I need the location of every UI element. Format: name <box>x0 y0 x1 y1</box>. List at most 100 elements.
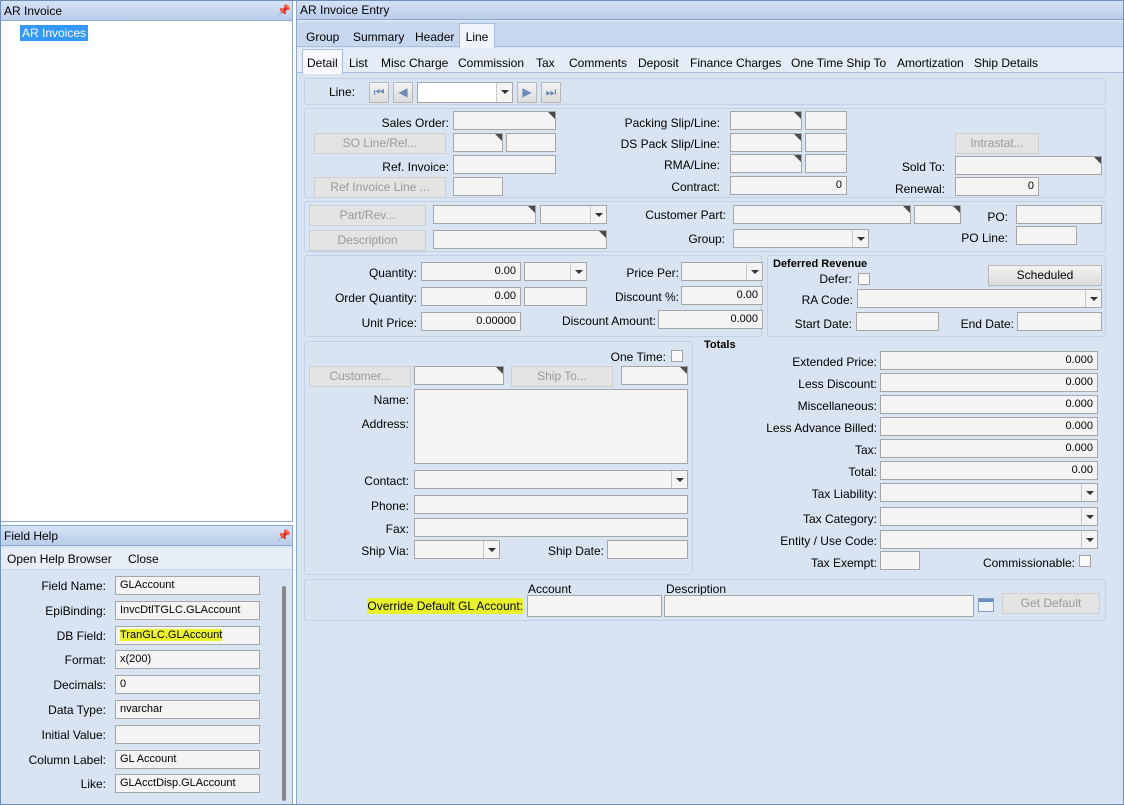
part-field[interactable] <box>433 205 536 224</box>
pin-icon[interactable]: 📌 <box>277 526 291 546</box>
previous-record-icon[interactable]: ◀ <box>393 82 413 103</box>
chevron-down-icon[interactable] <box>483 541 499 558</box>
tax-category-combo[interactable] <box>880 507 1098 526</box>
gl-description-field[interactable] <box>664 595 974 617</box>
subtab-detail[interactable]: Detail <box>302 49 343 74</box>
get-default-button[interactable]: Get Default <box>1002 593 1100 614</box>
open-help-browser-button[interactable]: Open Help Browser <box>7 552 112 566</box>
ship-date-field[interactable] <box>607 540 688 559</box>
subtab-one-time-ship-to[interactable]: One Time Ship To <box>791 55 886 71</box>
quantity-field[interactable]: 0.00 <box>421 262 521 281</box>
group-combo[interactable] <box>733 229 869 248</box>
field-help-value[interactable]: nvarchar <box>115 700 260 719</box>
field-help-value[interactable]: x(200) <box>115 650 260 670</box>
defer-checkbox[interactable] <box>858 273 870 285</box>
gl-account-field[interactable] <box>527 595 662 617</box>
chevron-down-icon[interactable] <box>1085 290 1101 307</box>
customer-part-rev-field[interactable] <box>914 205 961 224</box>
one-time-checkbox[interactable] <box>671 350 683 362</box>
calendar-icon[interactable] <box>978 598 994 612</box>
tax-liability-combo[interactable] <box>880 483 1098 502</box>
description-button[interactable]: Description <box>309 230 426 251</box>
last-record-icon[interactable]: ⏭ <box>541 82 561 103</box>
order-quantity-field[interactable]: 0.00 <box>421 287 521 306</box>
chevron-down-icon[interactable] <box>852 230 868 247</box>
next-record-icon[interactable]: ▶ <box>517 82 537 103</box>
field-help-value[interactable] <box>115 724 260 744</box>
po-line-field[interactable] <box>1016 226 1077 245</box>
ds-pack-slip-line-field[interactable] <box>805 133 847 152</box>
rma-line-field[interactable] <box>805 154 847 173</box>
description-field[interactable] <box>433 230 607 249</box>
ship-via-combo[interactable] <box>414 540 500 559</box>
customer-field[interactable] <box>414 366 504 385</box>
quantity-uom-combo[interactable] <box>524 262 587 281</box>
less-advance-billed-field[interactable]: 0.000 <box>880 417 1098 436</box>
subtab-misc-charge[interactable]: Misc Charge <box>381 55 448 71</box>
chevron-down-icon[interactable] <box>1081 531 1097 548</box>
so-rel-field[interactable] <box>506 133 556 152</box>
order-quantity-uom-field[interactable] <box>524 287 587 306</box>
ship-to-field[interactable] <box>621 366 688 385</box>
contact-combo[interactable] <box>414 470 688 489</box>
total-field[interactable]: 0.00 <box>880 461 1098 480</box>
subtab-tax[interactable]: Tax <box>536 55 555 71</box>
field-help-value[interactable]: TranGLC.GLAccount <box>115 625 260 645</box>
field-help-value[interactable]: 0 <box>115 675 260 695</box>
tax-field[interactable]: 0.000 <box>880 439 1098 458</box>
end-date-field[interactable] <box>1017 312 1102 331</box>
scheduled-button[interactable]: Scheduled <box>988 265 1102 286</box>
miscellaneous-field[interactable]: 0.000 <box>880 395 1098 414</box>
chevron-down-icon[interactable] <box>746 263 762 280</box>
pin-icon[interactable]: 📌 <box>277 1 291 21</box>
close-button[interactable]: Close <box>128 552 159 566</box>
line-select[interactable] <box>417 82 513 103</box>
subtab-comments[interactable]: Comments <box>569 55 627 71</box>
part-rev-button[interactable]: Part/Rev... <box>309 205 426 226</box>
less-discount-field[interactable]: 0.000 <box>880 373 1098 392</box>
chevron-down-icon[interactable] <box>1081 508 1097 525</box>
subtab-amortization[interactable]: Amortization <box>897 55 964 71</box>
field-help-scrollbar[interactable] <box>282 586 286 801</box>
tab-header[interactable]: Header <box>415 29 454 45</box>
ds-pack-slip-field[interactable] <box>730 133 802 152</box>
price-per-combo[interactable] <box>681 262 763 281</box>
fax-field[interactable] <box>414 518 688 537</box>
customer-part-field[interactable] <box>733 205 911 224</box>
extended-price-field[interactable]: 0.000 <box>880 351 1098 370</box>
revision-combo[interactable] <box>540 205 607 224</box>
ref-invoice-field[interactable] <box>453 155 556 174</box>
field-help-value[interactable]: GLAccount <box>115 576 260 595</box>
ref-invoice-line-field[interactable] <box>453 177 503 196</box>
intrastat-button[interactable]: Intrastat... <box>955 133 1039 154</box>
renewal-field[interactable]: 0 <box>955 177 1039 196</box>
unit-price-field[interactable]: 0.00000 <box>421 312 521 331</box>
chevron-down-icon[interactable] <box>1081 484 1097 501</box>
entity-use-code-combo[interactable] <box>880 530 1098 549</box>
ship-to-button[interactable]: Ship To... <box>511 366 613 387</box>
field-help-value[interactable]: GL Account <box>115 749 260 769</box>
po-field[interactable] <box>1016 205 1102 224</box>
tax-exempt-field[interactable] <box>880 551 920 570</box>
tab-group[interactable]: Group <box>306 29 339 45</box>
packing-slip-line-field[interactable] <box>805 111 847 130</box>
sold-to-field[interactable] <box>955 156 1102 175</box>
subtab-list[interactable]: List <box>349 55 368 71</box>
chevron-down-icon[interactable] <box>590 206 606 223</box>
subtab-finance-charges[interactable]: Finance Charges <box>690 55 781 71</box>
discount-pct-field[interactable]: 0.00 <box>681 286 763 305</box>
field-help-value[interactable]: InvcDtlTGLC.GLAccount <box>115 600 260 620</box>
sales-order-field[interactable] <box>453 111 556 130</box>
contract-field[interactable]: 0 <box>730 176 847 195</box>
subtab-commission[interactable]: Commission <box>458 55 524 71</box>
phone-field[interactable] <box>414 495 688 514</box>
discount-amount-field[interactable]: 0.000 <box>658 310 763 329</box>
tab-summary[interactable]: Summary <box>353 29 404 45</box>
start-date-field[interactable] <box>856 312 939 331</box>
chevron-down-icon[interactable] <box>671 471 687 488</box>
field-help-value[interactable]: GLAcctDisp.GLAccount <box>115 774 260 794</box>
tree-item-ar-invoices[interactable]: AR Invoices <box>20 25 89 41</box>
subtab-ship-details[interactable]: Ship Details <box>974 55 1038 71</box>
rma-field[interactable] <box>730 154 802 173</box>
so-line-field[interactable] <box>453 133 503 152</box>
